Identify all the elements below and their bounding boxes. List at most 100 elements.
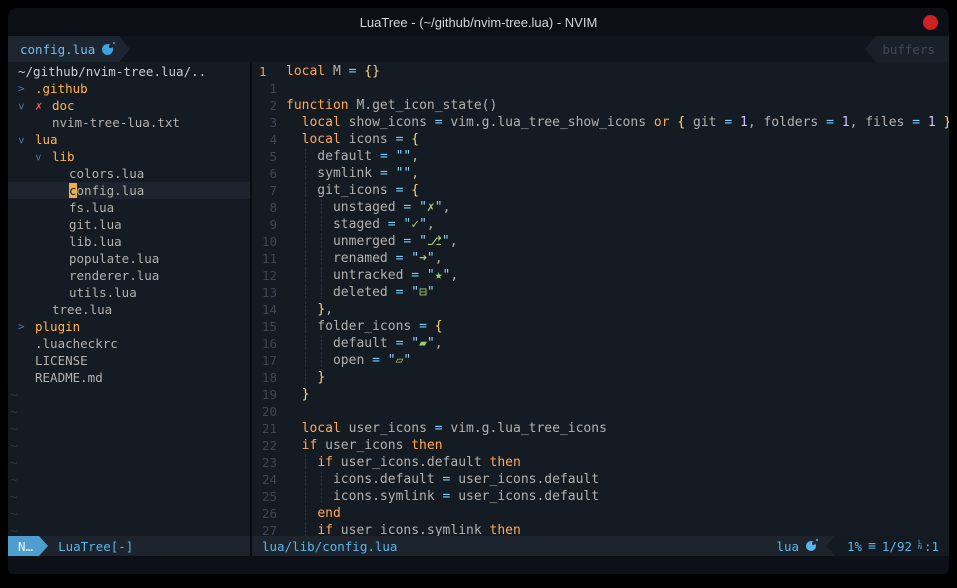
tree-item[interactable]: README.md <box>8 369 250 386</box>
tree-item[interactable]: populate.lua <box>8 250 250 267</box>
chevron-down-icon[interactable]: > <box>18 134 35 147</box>
page-title: LuaTree - (~/github/nvim-tree.lua) - NVI… <box>360 15 598 30</box>
code-line[interactable]: 2function M.get_icon_state() <box>252 97 949 114</box>
code-line[interactable]: 24 ┊ ┊ icons.default = user_icons.defaul… <box>252 471 949 488</box>
tree-item[interactable]: >✗doc <box>8 97 250 114</box>
empty-line-tilde: ~ <box>8 505 250 522</box>
code-line[interactable]: 4 local icons = { <box>252 131 949 148</box>
buffers-powerline-arrow <box>865 36 876 62</box>
code-line[interactable]: 25 ┊ ┊ icons.symlink = user_icons.defaul… <box>252 488 949 505</box>
tree-item[interactable]: .luacheckrc <box>8 335 250 352</box>
code-line[interactable]: 18 ┊ } <box>252 369 949 386</box>
tree-item[interactable]: >.github <box>8 80 250 97</box>
code-line[interactable]: 7 ┊ git_icons = { <box>252 182 949 199</box>
line-number: 13 <box>252 284 286 301</box>
code-text: ┊ ┊ unstaged = "✗", <box>286 199 949 216</box>
code-line[interactable]: 19 } <box>252 386 949 403</box>
tab-config-lua[interactable]: config.lua <box>8 36 119 62</box>
code-text: ┊ }, <box>286 301 949 318</box>
tree-item-label: fs.lua <box>69 200 114 215</box>
line-number: 27 <box>252 522 286 536</box>
code-text: ┊ ┊ default = "▰", <box>286 335 949 352</box>
code-line[interactable]: 13 ┊ ┊ deleted = "⊟" <box>252 284 949 301</box>
tree-item[interactable]: lib.lua <box>8 233 250 250</box>
mode-indicator: N… <box>8 536 39 556</box>
tree-item[interactable]: >lua <box>8 131 250 148</box>
title-bar[interactable]: LuaTree - (~/github/nvim-tree.lua) - NVI… <box>8 8 949 36</box>
code-text: ┊ ┊ unmerged = "⎇", <box>286 233 949 250</box>
code-line[interactable]: 5 ┊ default = "", <box>252 148 949 165</box>
code-text: ┊ symlink = "", <box>286 165 949 182</box>
line-number: 12 <box>252 267 286 284</box>
code-line[interactable]: 22 if user_icons then <box>252 437 949 454</box>
tree-item-label: plugin <box>35 319 80 334</box>
filetype-lua-icon <box>806 541 816 551</box>
tree-item[interactable]: utils.lua <box>8 284 250 301</box>
code-line[interactable]: 23 ┊ if user_icons.default then <box>252 454 949 471</box>
code-line[interactable]: 15 ┊ folder_icons = { <box>252 318 949 335</box>
code-line[interactable]: 8 ┊ ┊ unstaged = "✗", <box>252 199 949 216</box>
line-number: 22 <box>252 437 286 454</box>
chevron-down-icon[interactable]: > <box>18 100 35 113</box>
code-line[interactable]: 27 ┊ if user_icons.symlink then <box>252 522 949 536</box>
tree-item[interactable]: >lib <box>8 148 250 165</box>
command-line[interactable] <box>8 556 949 574</box>
filetype-indicator: lua <box>776 539 826 554</box>
tree-item[interactable]: fs.lua <box>8 199 250 216</box>
tree-item[interactable]: LICENSE <box>8 352 250 369</box>
tree-item[interactable]: colors.lua <box>8 165 250 182</box>
code-line[interactable]: 26 ┊ end <box>252 505 949 522</box>
buffers-tab[interactable]: buffers <box>876 36 949 62</box>
close-icon[interactable] <box>923 15 938 30</box>
code-text: ┊ if user_icons.default then <box>286 454 949 471</box>
code-line[interactable]: 12 ┊ ┊ untracked = "★", <box>252 267 949 284</box>
chevron-right-icon[interactable]: > <box>18 82 35 95</box>
line-number: 4 <box>252 131 286 148</box>
empty-line-tilde: ~ <box>8 386 250 403</box>
code-line[interactable]: 11 ┊ ┊ renamed = "➜", <box>252 250 949 267</box>
code-text: ┊ ┊ open = "▱" <box>286 352 949 369</box>
tree-item[interactable]: ~/github/nvim-tree.lua/.. <box>8 63 250 80</box>
code-text: ┊ end <box>286 505 949 522</box>
line-number: 17 <box>252 352 286 369</box>
line-number: 19 <box>252 386 286 403</box>
tab-bar-spacer <box>130 36 865 62</box>
code-text: ┊ ┊ icons.default = user_icons.default <box>286 471 949 488</box>
tree-item[interactable]: tree.lua <box>8 301 250 318</box>
code-line[interactable]: 10 ┊ ┊ unmerged = "⎇", <box>252 233 949 250</box>
code-text: ┊ folder_icons = { <box>286 318 949 335</box>
code-text: if user_icons then <box>286 437 949 454</box>
code-line[interactable]: 6 ┊ symlink = "", <box>252 165 949 182</box>
tab-bar: config.lua buffers <box>8 36 949 62</box>
line-number: 25 <box>252 488 286 505</box>
tree-item[interactable]: git.lua <box>8 216 250 233</box>
tree-item[interactable]: nvim-tree-lua.txt <box>8 114 250 131</box>
code-line[interactable]: 17 ┊ ┊ open = "▱" <box>252 352 949 369</box>
code-text <box>286 403 949 420</box>
chevron-down-icon[interactable]: > <box>35 151 52 164</box>
scroll-percent: 1% <box>847 539 862 554</box>
tree-item[interactable]: renderer.lua <box>8 267 250 284</box>
code-line[interactable]: 1 <box>252 80 949 97</box>
code-line[interactable]: 1local M = {} <box>252 63 949 80</box>
code-text: ┊ } <box>286 369 949 386</box>
tree-item[interactable]: >plugin <box>8 318 250 335</box>
lines-icon: ≡ <box>868 539 876 554</box>
tree-item-label: ~/github/nvim-tree.lua/.. <box>18 64 206 79</box>
code-text: ┊ ┊ staged = "✓", <box>286 216 949 233</box>
chevron-right-icon[interactable]: > <box>18 320 35 333</box>
tree-item-label: .github <box>35 81 88 96</box>
code-line[interactable]: 20 <box>252 403 949 420</box>
line-number: 6 <box>252 165 286 182</box>
line-number: 10 <box>252 233 286 250</box>
code-line[interactable]: 14 ┊ }, <box>252 301 949 318</box>
code-line[interactable]: 9 ┊ ┊ staged = "✓", <box>252 216 949 233</box>
tree-item-label: utils.lua <box>69 285 137 300</box>
code-text: function M.get_icon_state() <box>286 97 949 114</box>
code-line[interactable]: 3 local show_icons = vim.g.lua_tree_show… <box>252 114 949 131</box>
empty-line-tilde: ~ <box>8 488 250 505</box>
code-line[interactable]: 16 ┊ ┊ default = "▰", <box>252 335 949 352</box>
code-text: local M = {} <box>286 63 949 80</box>
code-line[interactable]: 21 local user_icons = vim.g.lua_tree_ico… <box>252 420 949 437</box>
tree-item[interactable]: config.lua <box>8 182 250 199</box>
